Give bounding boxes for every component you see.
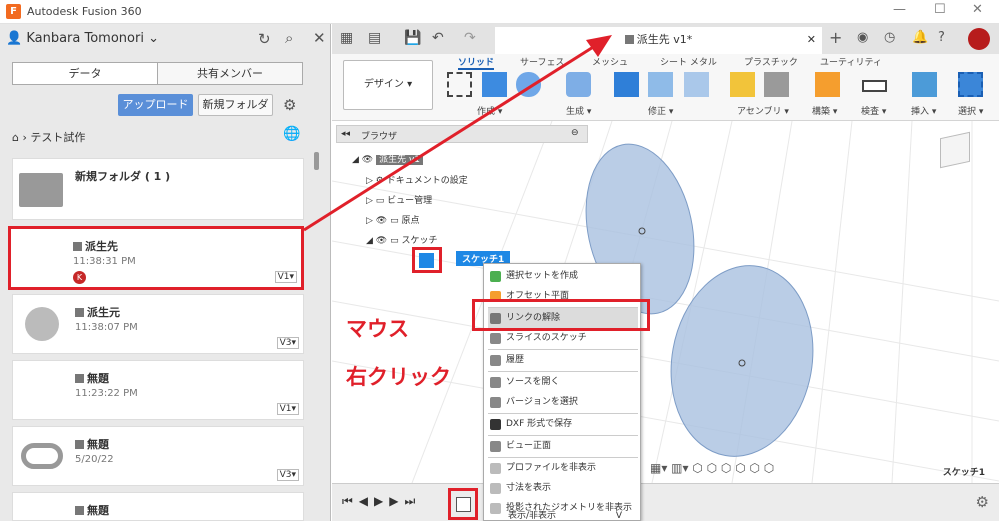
annotation-arrow	[303, 35, 612, 232]
